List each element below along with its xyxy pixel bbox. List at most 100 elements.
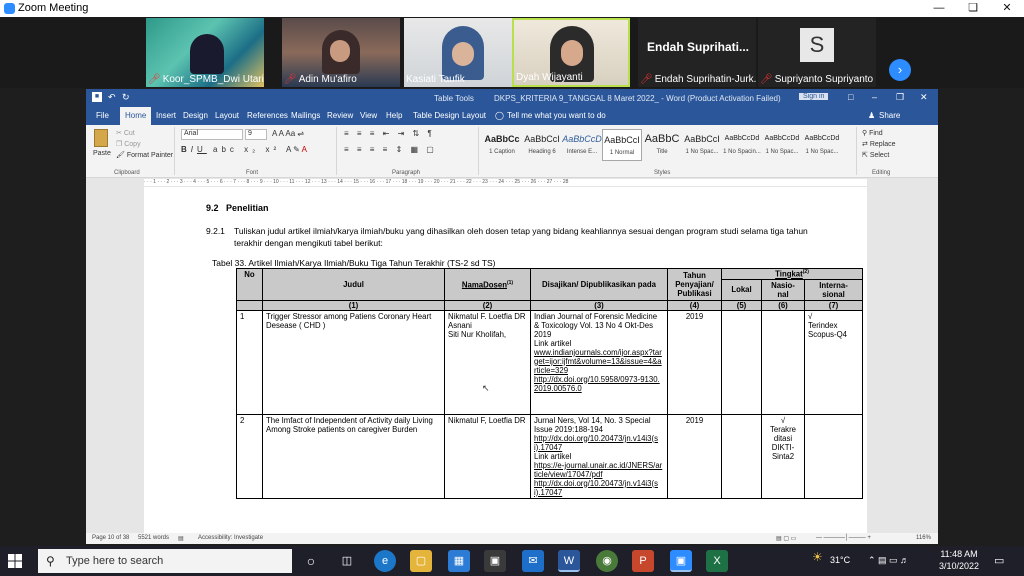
maximize-icon[interactable]: ❏ [956, 0, 990, 17]
cell-nasional[interactable]: √ Terakre ditasi DIKTI- Sinta2 [761, 413, 805, 499]
file-explorer-icon[interactable]: ▢ [410, 550, 432, 572]
articles-table[interactable]: No Judul NamaDosen(1) Disajikan/ Dipubli… [236, 268, 864, 499]
tab-table-design[interactable]: Table Design [413, 111, 459, 120]
ribbon-options-icon[interactable]: □ [848, 92, 853, 102]
clock-time[interactable]: 11:48 AM [936, 549, 982, 559]
style-heading-6[interactable]: AaBbCcI Heading 6 [522, 129, 562, 161]
participant-tile[interactable]: 🎤︎ Koor_SPMB_Dwi Utari... [146, 18, 264, 87]
windows-start-icon[interactable] [8, 554, 22, 568]
tab-file[interactable]: File [96, 111, 109, 120]
cell-no[interactable]: 1 [236, 309, 263, 415]
tab-help[interactable]: Help [386, 111, 402, 120]
proofing-icon[interactable]: ▤ [178, 535, 184, 542]
cell-publikasi[interactable]: Jurnal Ners, Vol 14, No. 3 Special Issue… [530, 413, 668, 499]
paste-button[interactable]: Paste [93, 150, 111, 157]
zoom-taskbar-icon[interactable]: ▣ [670, 550, 692, 572]
taskbar-search[interactable]: ⚲ Type here to search [38, 549, 292, 573]
paste-icon[interactable] [94, 129, 108, 147]
tab-insert[interactable]: Insert [156, 111, 176, 120]
mail-icon[interactable]: ✉ [522, 550, 544, 572]
doi-link[interactable]: http://dx.doi.org/10.20473/jn.v14i3(si).… [534, 479, 664, 497]
cell-publikasi[interactable]: Indian Journal of Forensic Medicine & To… [530, 309, 668, 415]
font-format-buttons[interactable]: BIU abc x₂ x² [181, 145, 280, 154]
cell-internasional[interactable]: √ Terindex Scopus-Q4 [803, 309, 864, 415]
sign-in-button[interactable]: Sign in [799, 93, 829, 100]
style-no-spacing-4[interactable]: AaBbCcDd 1 No Spac... [802, 129, 842, 161]
format-painter-button[interactable]: 🖌︎ Format Painter [116, 151, 173, 159]
document-area[interactable]: 9.2 Penelitian 9.2.1 Tuliskan judul arti… [86, 187, 938, 533]
alignment-buttons[interactable]: ≡ ≡ ≡ ≡ ⇕ ▦ ▢ [344, 145, 437, 154]
chrome-icon[interactable]: ◉ [596, 550, 618, 572]
powerpoint-icon[interactable]: P [632, 550, 654, 572]
weather-icon[interactable]: ☀ [812, 550, 823, 564]
table-row[interactable]: 2 The Imfact of Independent of Activity … [236, 413, 864, 499]
font-name-select[interactable]: Arial [181, 129, 243, 140]
tell-me-box[interactable]: Tell me what you want to do [507, 111, 606, 120]
tab-references[interactable]: References [247, 111, 288, 120]
find-button[interactable]: ⚲ Find [862, 129, 883, 137]
zoom-slider[interactable]: — ─────│──── + [816, 535, 871, 541]
article-link[interactable]: www.indianjournals.com/ijor.aspx?target=… [534, 348, 664, 375]
next-page-icon[interactable]: › [889, 59, 911, 81]
doi-link[interactable]: http://dx.doi.org/10.20473/jn.v14i3(si).… [534, 434, 664, 452]
participant-tile[interactable]: Endah Suprihati... 🎤︎ Endah Suprihatin-Ju… [638, 18, 756, 87]
cell-nasional[interactable] [761, 309, 805, 415]
minimize-icon[interactable]: — [922, 0, 956, 17]
excel-icon[interactable]: X [706, 550, 728, 572]
participant-tile[interactable]: 🎤︎ Adin Mu'afiro [282, 18, 400, 87]
copy-button[interactable]: ❐ Copy [116, 140, 141, 148]
font-color-buttons[interactable]: A ✎ A [286, 145, 307, 154]
accessibility-status[interactable]: Accessibility: Investigate [198, 535, 263, 541]
table-row[interactable]: 1 Trigger Stressor among Patiens Coronar… [236, 309, 864, 415]
style-normal[interactable]: AaBbCcI 1 Normal [602, 129, 642, 161]
participant-tile[interactable]: Kasiati Taufik [404, 18, 522, 87]
tab-mailings[interactable]: Mailings [291, 111, 320, 120]
font-size-select[interactable]: 9 [245, 129, 267, 140]
zoom-level[interactable]: 116% [916, 535, 931, 541]
cell-lokal[interactable] [721, 309, 762, 415]
participant-tile[interactable]: S 🎤︎ Supriyanto Supriyanto [758, 18, 876, 87]
system-tray-icons[interactable]: ⌃ ▤ ▭ ♬ [868, 555, 909, 566]
cell-tahun[interactable]: 2019 [667, 413, 722, 499]
cell-dosen[interactable]: Nikmatul F, Loetfia DR [444, 413, 531, 499]
doi-link[interactable]: http://dx.doi.org/10.5958/0973-9130.2019… [534, 375, 664, 393]
article-link[interactable]: https://e-journal.unair.ac.id/JNERS/arti… [534, 461, 664, 479]
close-icon[interactable]: ✕ [920, 92, 928, 103]
save-icon[interactable]: ■ [92, 92, 102, 102]
document-page[interactable]: 9.2 Penelitian 9.2.1 Tuliskan judul arti… [144, 187, 867, 533]
tab-table-layout[interactable]: Layout [462, 111, 486, 120]
clock-date[interactable]: 3/10/2022 [936, 561, 982, 571]
page-count[interactable]: Page 10 of 38 [92, 535, 129, 541]
style-intense-emphasis[interactable]: AaBbCcD Intense E... [562, 129, 602, 161]
notifications-icon[interactable]: ▭ [994, 554, 1004, 567]
minimize-icon[interactable]: – [872, 92, 877, 102]
list-buttons[interactable]: ≡ ≡ ≡ ⇤ ⇥ ⇅ ¶ [344, 129, 435, 138]
replace-button[interactable]: ⇄ Replace [862, 140, 896, 148]
cell-lokal[interactable] [721, 413, 762, 499]
cut-button[interactable]: ✂ Cut [116, 129, 135, 137]
restore-icon[interactable]: ❐ [896, 92, 904, 103]
close-icon[interactable]: ✕ [990, 0, 1024, 17]
cell-judul[interactable]: Trigger Stressor among Patiens Coronary … [262, 309, 445, 415]
app-icon[interactable]: ▣ [484, 550, 506, 572]
edge-icon[interactable]: e [374, 550, 396, 572]
cell-tahun[interactable]: 2019 [667, 309, 722, 415]
word-taskbar-icon[interactable]: W [558, 550, 580, 572]
horizontal-ruler[interactable]: · · · 1 · · · 2 · · · 3 · · · 4 · · · 5 … [144, 179, 867, 186]
style-no-spacing-3[interactable]: AaBbCcDd 1 No Spac... [762, 129, 802, 161]
undo-icon[interactable]: ↶ [108, 92, 116, 103]
view-mode-buttons[interactable]: ▤ ▢ ▭ [776, 535, 796, 542]
style-caption[interactable]: AaBbCc 1 Caption [482, 129, 522, 161]
style-no-spacing-2[interactable]: AaBbCcDd 1 No Spacin... [722, 129, 762, 161]
participant-tile-active[interactable]: Dyah Wijayanti [512, 18, 630, 87]
task-view-icon[interactable]: ◫ [336, 550, 358, 572]
cell-dosen[interactable]: Nikmatul F. Loetfia DR Asnani Siti Nur K… [444, 309, 531, 415]
cell-internasional[interactable] [803, 413, 864, 499]
tab-layout[interactable]: Layout [215, 111, 239, 120]
store-icon[interactable]: ▦ [448, 550, 470, 572]
style-no-spacing[interactable]: AaBbCcI 1 No Spac... [682, 129, 722, 161]
cortana-icon[interactable]: ○ [300, 550, 322, 572]
tab-review[interactable]: Review [327, 111, 353, 120]
font-size-controls[interactable]: A A Aa ⇌ [272, 129, 304, 138]
select-button[interactable]: ⇱ Select [862, 151, 889, 159]
